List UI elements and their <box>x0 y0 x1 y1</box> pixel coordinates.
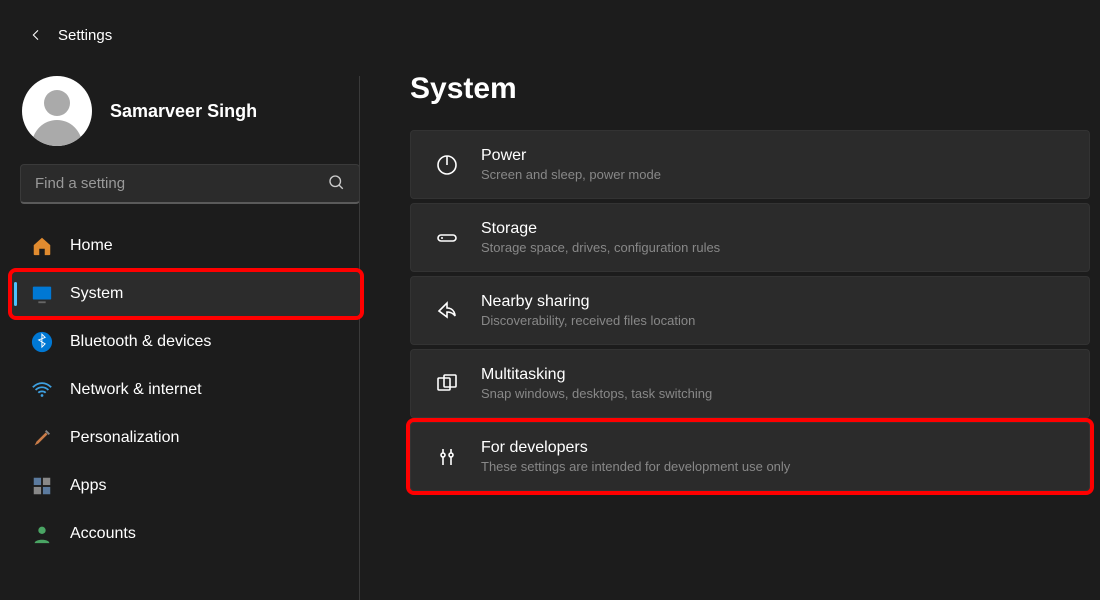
sidebar-item-label: Personalization <box>70 429 179 447</box>
developers-icon <box>433 443 461 471</box>
power-icon <box>433 151 461 179</box>
panel-sub: These settings are intended for developm… <box>481 459 790 474</box>
avatar-icon <box>22 76 92 146</box>
search-field[interactable] <box>35 175 327 192</box>
bluetooth-icon <box>30 330 54 354</box>
sidebar-item-label: Home <box>70 237 113 255</box>
panel-multitasking[interactable]: Multitasking Snap windows, desktops, tas… <box>410 349 1090 418</box>
app-title: Settings <box>58 27 112 44</box>
storage-icon <box>433 224 461 252</box>
sidebar-item-personalization[interactable]: Personalization <box>20 416 353 460</box>
profile[interactable]: Samarveer Singh <box>22 76 353 146</box>
panel-sub: Storage space, drives, configuration rul… <box>481 240 720 255</box>
home-icon <box>30 234 54 258</box>
person-icon <box>30 522 54 546</box>
sidebar-item-label: Apps <box>70 477 106 495</box>
panel-title: Nearby sharing <box>481 293 695 311</box>
panel-sub: Screen and sleep, power mode <box>481 167 661 182</box>
panel-sub: Discoverability, received files location <box>481 313 695 328</box>
sidebar-item-system[interactable]: System <box>12 272 360 316</box>
sidebar-item-label: Accounts <box>70 525 136 543</box>
sidebar-item-label: System <box>70 285 123 303</box>
system-icon <box>30 282 54 306</box>
search-input[interactable] <box>20 164 360 204</box>
back-button[interactable] <box>22 21 50 49</box>
multitasking-icon <box>433 370 461 398</box>
panel-title: For developers <box>481 439 790 457</box>
panel-title: Storage <box>481 220 720 238</box>
user-name: Samarveer Singh <box>110 101 257 122</box>
search-icon <box>327 173 345 194</box>
paintbrush-icon <box>30 426 54 450</box>
panel-for-developers[interactable]: For developers These settings are intend… <box>410 422 1090 491</box>
panel-power[interactable]: Power Screen and sleep, power mode <box>410 130 1090 199</box>
sidebar-item-home[interactable]: Home <box>20 224 353 268</box>
sidebar-item-accounts[interactable]: Accounts <box>20 512 353 556</box>
panel-nearby-sharing[interactable]: Nearby sharing Discoverability, received… <box>410 276 1090 345</box>
sidebar-item-label: Network & internet <box>70 381 202 399</box>
panel-sub: Snap windows, desktops, task switching <box>481 386 712 401</box>
sidebar-item-bluetooth[interactable]: Bluetooth & devices <box>20 320 353 364</box>
panel-storage[interactable]: Storage Storage space, drives, configura… <box>410 203 1090 272</box>
sidebar-item-apps[interactable]: Apps <box>20 464 353 508</box>
sidebar-item-network[interactable]: Network & internet <box>20 368 353 412</box>
panel-title: Power <box>481 147 661 165</box>
apps-icon <box>30 474 54 498</box>
sidebar-item-label: Bluetooth & devices <box>70 333 211 351</box>
page-title: System <box>410 72 1100 106</box>
wifi-icon <box>30 378 54 402</box>
share-icon <box>433 297 461 325</box>
panel-title: Multitasking <box>481 366 712 384</box>
